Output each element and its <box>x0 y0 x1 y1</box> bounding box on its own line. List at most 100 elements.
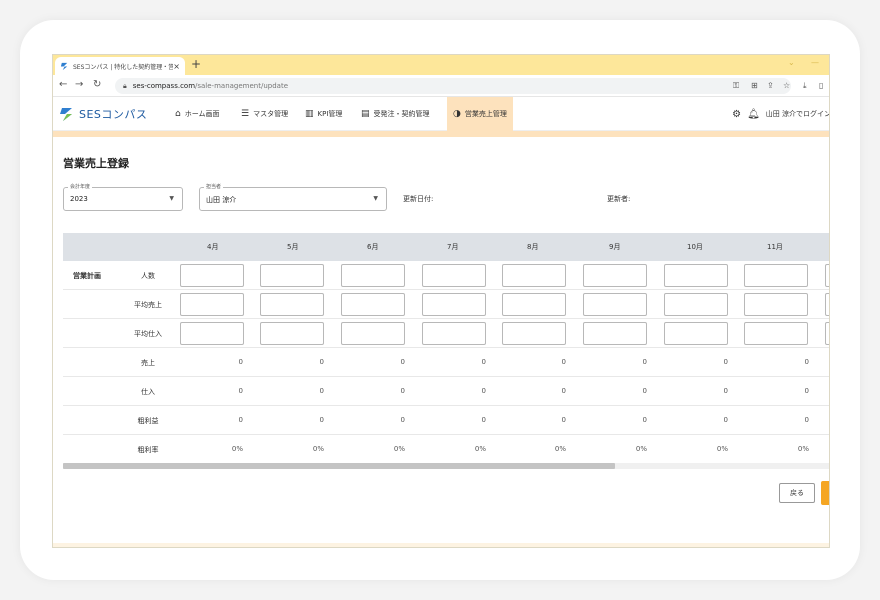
header-user-area: ⚙ 🔔︎ 山田 涼介でログイン <box>732 97 829 131</box>
app-logo[interactable]: SESコンパス <box>59 106 147 122</box>
month-input[interactable] <box>502 322 566 345</box>
month-input[interactable] <box>502 293 566 316</box>
cell-value: 0% <box>635 445 647 453</box>
cell-value: 0 <box>804 387 809 395</box>
forward-arrow-icon[interactable]: → <box>75 79 83 90</box>
nav-sales[interactable]: ◑ 営業売上管理 <box>447 97 513 131</box>
nav-orders[interactable]: ▤ 受発注・契約管理 <box>355 97 436 131</box>
month-input[interactable] <box>260 264 324 287</box>
row-label: 人数 <box>141 272 155 280</box>
row-label: 売上 <box>141 359 155 367</box>
chevron-down-icon: ▼ <box>169 195 174 202</box>
nav-home[interactable]: ⌂ ホーム画面 <box>169 97 226 131</box>
month-input[interactable] <box>583 322 647 345</box>
back-arrow-icon[interactable]: ← <box>59 79 67 90</box>
nav-kpi-label: KPI管理 <box>317 110 343 118</box>
cell-value: 0 <box>238 358 243 366</box>
cell-value: 0 <box>400 358 405 366</box>
row-label: 平均仕入 <box>134 330 162 338</box>
browser-tab[interactable]: SESコンパス | 特化した契約管理・営 × <box>55 57 185 75</box>
bookmark-star-icon[interactable]: ☆ <box>783 81 790 90</box>
month-input[interactable] <box>664 264 728 287</box>
cell-value: 0 <box>723 358 728 366</box>
window-collapse-icon[interactable]: ⌄ <box>788 58 795 67</box>
back-button[interactable]: 戻る <box>779 483 815 503</box>
share-icon[interactable]: ⇪ <box>767 81 774 90</box>
reload-icon[interactable]: ↻ <box>93 79 101 90</box>
month-input[interactable] <box>180 322 244 345</box>
scrollbar-thumb[interactable] <box>63 463 615 469</box>
bar-chart-icon: ▥ <box>305 109 314 119</box>
translate-icon[interactable]: ⊞ <box>751 81 758 90</box>
month-input[interactable] <box>422 293 486 316</box>
window-minimize-icon[interactable]: — <box>811 58 819 67</box>
fiscal-year-select[interactable]: 会計年度 2023 ▼ <box>63 183 183 211</box>
month-input[interactable] <box>341 264 405 287</box>
month-input[interactable] <box>583 264 647 287</box>
cell-value: 0 <box>400 416 405 424</box>
month-input[interactable] <box>422 264 486 287</box>
cell-value: 0 <box>481 416 486 424</box>
month-header: 7月 <box>447 243 459 251</box>
month-input[interactable] <box>180 293 244 316</box>
bell-icon[interactable]: 🔔︎ <box>747 109 760 120</box>
month-input[interactable] <box>583 293 647 316</box>
cell-value: 0 <box>481 387 486 395</box>
cell-value: 0 <box>723 416 728 424</box>
month-input[interactable] <box>825 322 829 345</box>
month-input[interactable] <box>260 322 324 345</box>
month-input[interactable] <box>664 293 728 316</box>
month-input[interactable] <box>825 293 829 316</box>
app-header: SESコンパス ⌂ ホーム画面 ☰ マスタ管理 ▥ KPI管理 ▤ 受発注・契約… <box>53 97 829 131</box>
nav-master[interactable]: ☰ マスタ管理 <box>235 97 294 131</box>
month-input[interactable] <box>341 322 405 345</box>
user-login-label[interactable]: 山田 涼介でログイン <box>766 109 829 119</box>
table-row: 売上 0 0 0 0 0 0 0 0 <box>63 348 829 377</box>
group-label: 営業計画 <box>73 272 101 280</box>
table-row: 平均売上 <box>63 290 829 319</box>
month-input[interactable] <box>422 322 486 345</box>
month-header: 10月 <box>687 243 703 251</box>
row-label: 仕入 <box>141 388 155 396</box>
save-button[interactable] <box>821 481 829 505</box>
horizontal-scrollbar[interactable] <box>63 463 829 469</box>
month-input[interactable] <box>180 264 244 287</box>
nav-orders-label: 受発注・契約管理 <box>373 110 430 118</box>
gear-icon[interactable]: ⚙ <box>732 109 741 120</box>
updated-by-label: 更新者: <box>607 195 631 203</box>
month-input[interactable] <box>744 322 808 345</box>
nav-sales-label: 営業売上管理 <box>464 110 507 118</box>
url-path: /sale-management/update <box>195 82 289 90</box>
cell-value: 0% <box>554 445 566 453</box>
cell-value: 0 <box>319 387 324 395</box>
tab-close-icon[interactable]: × <box>173 62 180 71</box>
browser-tab-bar: SESコンパス | 特化した契約管理・営 × + ⌄ — <box>53 55 829 75</box>
key-icon[interactable]: ⚿ <box>733 81 739 91</box>
chevron-down-icon: ▼ <box>373 195 378 202</box>
cell-value: 0 <box>561 416 566 424</box>
month-header: 9月 <box>609 243 621 251</box>
month-input[interactable] <box>744 264 808 287</box>
nav-kpi[interactable]: ▥ KPI管理 <box>299 97 348 131</box>
cell-value: 0% <box>716 445 728 453</box>
cell-value: 0% <box>312 445 324 453</box>
cell-value: 0% <box>797 445 809 453</box>
url-field[interactable]: 🔒︎ ses-compass.com /sale-management/upda… <box>115 78 791 94</box>
header-accent-stripe <box>53 131 829 137</box>
table-row: 粗利率 0% 0% 0% 0% 0% 0% 0% 0% <box>63 435 829 464</box>
month-input[interactable] <box>825 264 829 287</box>
address-bar-row: ← → ↻ 🔒︎ ses-compass.com /sale-managemen… <box>53 75 829 97</box>
month-input[interactable] <box>260 293 324 316</box>
new-tab-button[interactable]: + <box>191 57 201 71</box>
month-input[interactable] <box>664 322 728 345</box>
download-icon[interactable]: ⤓ <box>803 81 807 91</box>
sidebar-panel-icon[interactable]: ▯ <box>819 81 823 90</box>
database-icon: ☰ <box>241 109 250 119</box>
month-input[interactable] <box>744 293 808 316</box>
owner-select[interactable]: 担当者 山田 涼介 ▼ <box>199 183 387 211</box>
row-label: 粗利益 <box>137 417 159 425</box>
month-input[interactable] <box>502 264 566 287</box>
table-row: 営業計画 人数 <box>63 261 829 290</box>
month-input[interactable] <box>341 293 405 316</box>
cell-value: 0 <box>238 416 243 424</box>
